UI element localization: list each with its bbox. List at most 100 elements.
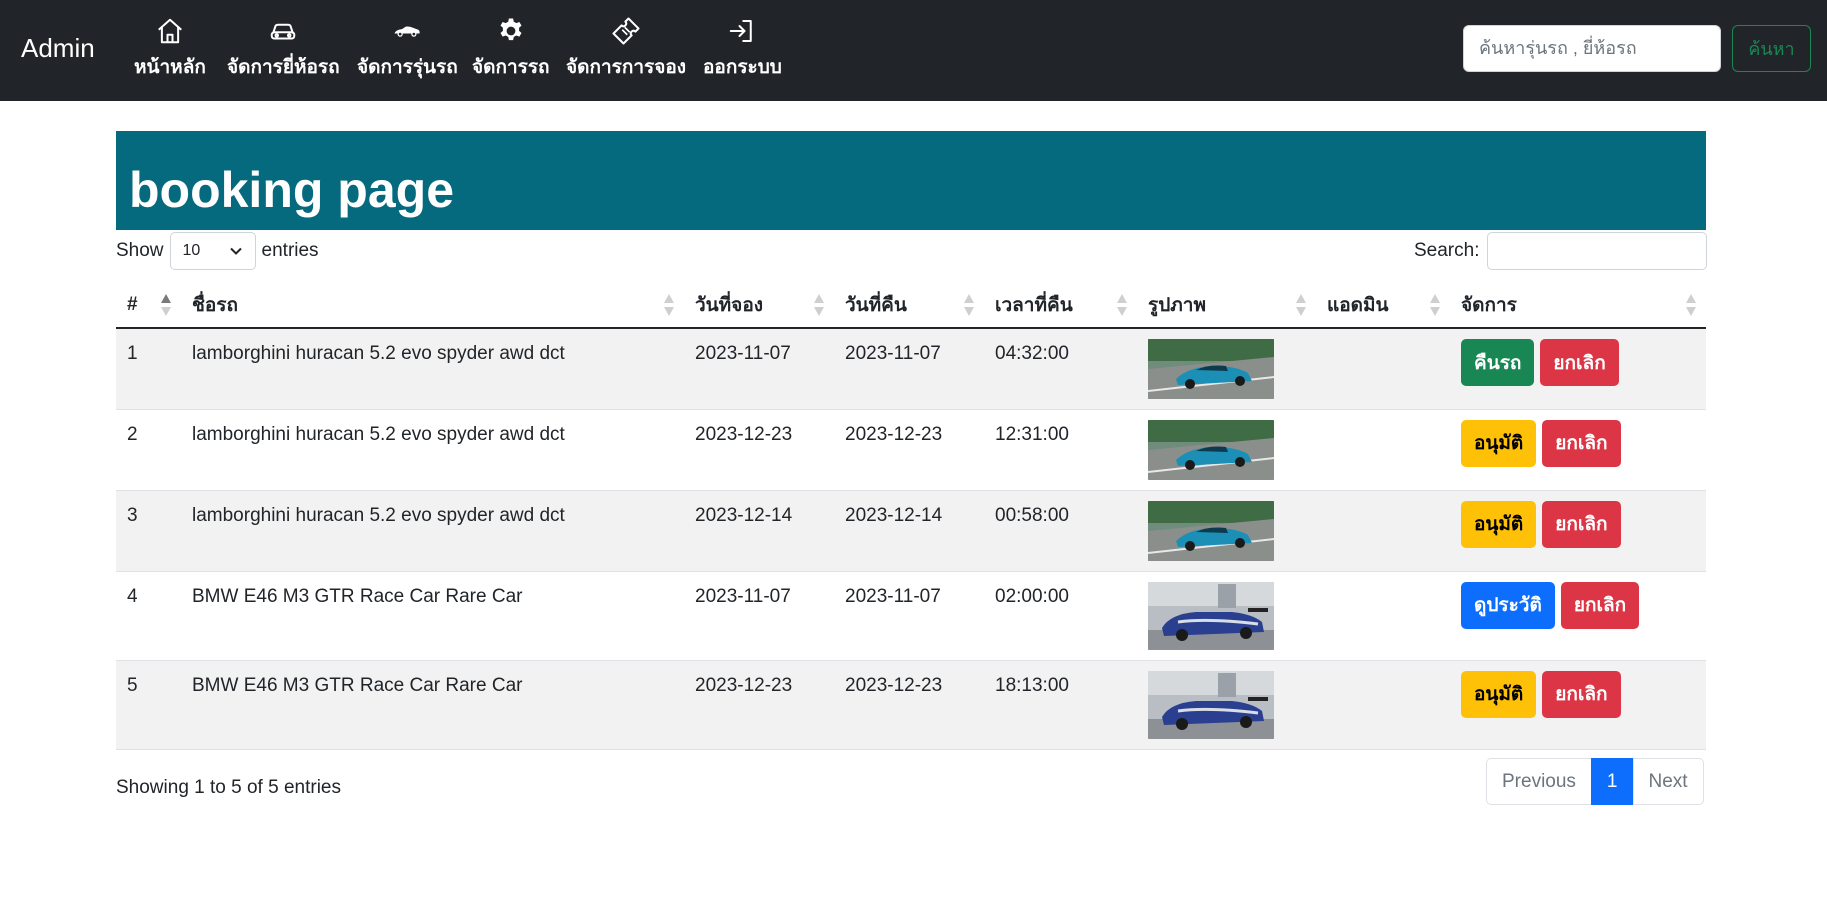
lamborghini-photo xyxy=(1148,339,1274,399)
bookings-table: # ชื่อรถ วันที่จอง วันที่คืน เวลาที่คืน … xyxy=(116,282,1706,750)
nav-label: ออกระบบ xyxy=(703,57,782,78)
sort-icon xyxy=(1686,294,1696,316)
entries-length-select[interactable]: 10 xyxy=(169,232,256,270)
length-value: 10 xyxy=(182,242,201,259)
nav-label: จัดการรถ xyxy=(472,57,550,78)
table-header-row: # ชื่อรถ วันที่จอง วันที่คืน เวลาที่คืน … xyxy=(116,282,1706,329)
filter-control: Search: xyxy=(1414,232,1708,270)
column-header[interactable]: # xyxy=(116,282,181,329)
nav-label: หน้าหลัก xyxy=(134,57,206,78)
sports-car-icon xyxy=(394,26,421,37)
return-car-button[interactable]: คืนรถ xyxy=(1461,339,1535,386)
return-time: 18:13:00 xyxy=(984,660,1137,750)
cancel-button[interactable]: ยกเลิก xyxy=(1560,581,1640,629)
sort-icon xyxy=(1430,294,1440,316)
page-title: booking page xyxy=(129,162,454,218)
page-banner: booking page xyxy=(116,131,1706,230)
cancel-button[interactable]: ยกเลิก xyxy=(1542,500,1621,548)
booking-date: 2023-11-07 xyxy=(684,571,834,661)
nav-brands[interactable]: จัดการยี่ห้อรถ xyxy=(227,16,340,82)
search-label: Search: xyxy=(1414,240,1480,261)
return-date: 2023-12-23 xyxy=(834,660,984,750)
gear-icon xyxy=(500,18,522,41)
row-number: 5 xyxy=(116,660,181,750)
admin-cell xyxy=(1316,328,1450,410)
navbar-search-input[interactable] xyxy=(1463,25,1721,72)
row-number: 1 xyxy=(116,328,181,410)
booking-date: 2023-11-07 xyxy=(684,328,834,410)
return-date: 2023-12-23 xyxy=(834,409,984,491)
approve-button[interactable]: อนุมัติ xyxy=(1461,419,1537,467)
lamborghini-photo xyxy=(1148,500,1274,561)
nav-home[interactable]: หน้าหลัก xyxy=(134,16,206,82)
car-name: BMW E46 M3 GTR Race Car Rare Car xyxy=(181,660,684,750)
logout-icon xyxy=(730,20,753,42)
sort-icon xyxy=(161,294,171,316)
nav-logout[interactable]: ออกระบบ xyxy=(703,16,782,82)
table-row: 1 lamborghini huracan 5.2 evo spyder awd… xyxy=(116,328,1706,410)
sort-icon xyxy=(1117,294,1127,316)
nav-label: จัดการการจอง xyxy=(566,57,687,78)
cancel-button[interactable]: ยกเลิก xyxy=(1540,339,1619,386)
return-time: 00:58:00 xyxy=(984,490,1137,572)
nav-models[interactable]: จัดการรุ่นรถ xyxy=(357,16,458,82)
row-number: 2 xyxy=(116,409,181,491)
table-info: Showing 1 to 5 of 5 entries xyxy=(116,777,341,798)
car-front-icon xyxy=(271,23,296,40)
column-header[interactable]: วันที่คืน xyxy=(834,282,984,329)
admin-cell xyxy=(1316,660,1450,750)
table-row: 2 lamborghini huracan 5.2 evo spyder awd… xyxy=(116,409,1706,491)
bookings-table-wrapper: # ชื่อรถ วันที่จอง วันที่คืน เวลาที่คืน … xyxy=(116,282,1706,750)
column-header[interactable]: จัดการ xyxy=(1450,282,1706,329)
view-history-button[interactable]: ดูประวัติ xyxy=(1461,581,1555,629)
cancel-button[interactable]: ยกเลิก xyxy=(1542,419,1621,467)
nav-bookings[interactable]: จัดการการจอง xyxy=(566,16,686,82)
nav-cars[interactable]: จัดการรถ xyxy=(472,16,550,82)
column-header[interactable]: แอดมิน xyxy=(1316,282,1450,329)
approve-button[interactable]: อนุมัติ xyxy=(1461,500,1537,548)
return-date: 2023-12-14 xyxy=(834,490,984,572)
admin-cell xyxy=(1316,409,1450,491)
chevron-down-icon xyxy=(229,247,242,255)
top-navbar: Admin หน้าหลัก จัดการยี่ห้อรถ จัดการรุ่น… xyxy=(0,0,1827,101)
approve-button[interactable]: อนุมัติ xyxy=(1461,670,1537,718)
column-header[interactable]: วันที่จอง xyxy=(684,282,834,329)
sort-icon xyxy=(814,294,824,316)
sort-icon xyxy=(664,294,674,316)
column-header[interactable]: รูปภาพ xyxy=(1137,282,1316,329)
table-search-input[interactable] xyxy=(1487,232,1708,270)
page-1-button[interactable]: 1 xyxy=(1590,758,1634,805)
table-row: 3 lamborghini huracan 5.2 evo spyder awd… xyxy=(116,490,1706,572)
car-name: lamborghini huracan 5.2 evo spyder awd d… xyxy=(181,490,684,572)
admin-cell xyxy=(1316,571,1450,661)
sort-icon xyxy=(964,294,974,316)
car-name: lamborghini huracan 5.2 evo spyder awd d… xyxy=(181,409,684,491)
ticket-icon xyxy=(612,17,640,45)
return-time: 04:32:00 xyxy=(984,328,1137,410)
bmw-photo xyxy=(1148,581,1274,650)
booking-date: 2023-12-23 xyxy=(684,660,834,750)
car-name: BMW E46 M3 GTR Race Car Rare Car xyxy=(181,571,684,661)
booking-date: 2023-12-23 xyxy=(684,409,834,491)
return-date: 2023-11-07 xyxy=(834,571,984,661)
show-label: Show xyxy=(116,240,164,261)
nav-label: จัดการรุ่นรถ xyxy=(357,57,458,78)
nav-label: จัดการยี่ห้อรถ xyxy=(227,57,340,78)
pagination: Previous 1 Next xyxy=(1486,758,1704,805)
next-page-button[interactable]: Next xyxy=(1632,758,1704,805)
cancel-button[interactable]: ยกเลิก xyxy=(1542,670,1621,718)
sort-icon xyxy=(1296,294,1306,316)
admin-cell xyxy=(1316,490,1450,572)
booking-date: 2023-12-14 xyxy=(684,490,834,572)
previous-page-button[interactable]: Previous xyxy=(1486,758,1592,805)
brand-link[interactable]: Admin xyxy=(21,33,95,64)
car-name: lamborghini huracan 5.2 evo spyder awd d… xyxy=(181,328,684,410)
return-date: 2023-11-07 xyxy=(834,328,984,410)
return-time: 02:00:00 xyxy=(984,571,1137,661)
row-number: 4 xyxy=(116,571,181,661)
column-header[interactable]: ชื่อรถ xyxy=(181,282,684,329)
navbar-search-button[interactable]: ค้นหา xyxy=(1732,25,1811,72)
column-header[interactable]: เวลาที่คืน xyxy=(984,282,1137,329)
length-control: Show 10 entries xyxy=(116,232,319,270)
house-icon xyxy=(158,18,182,44)
